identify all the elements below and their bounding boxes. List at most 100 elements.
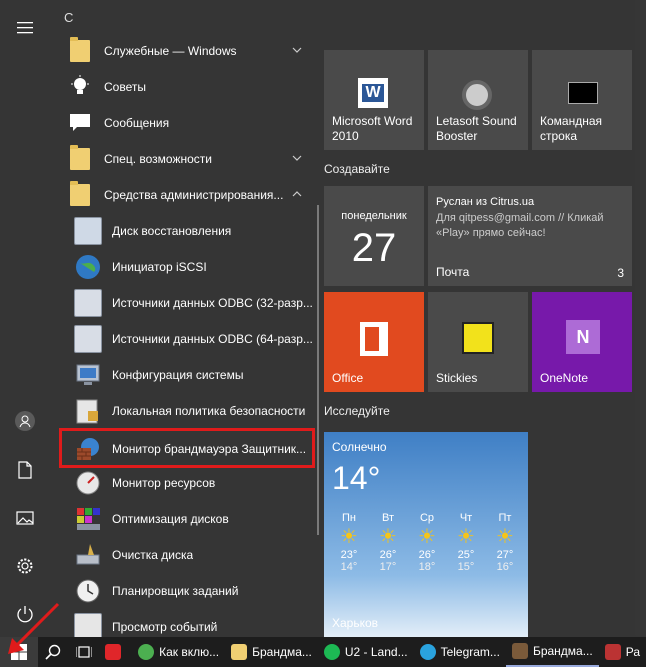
lightbulb-icon: [64, 71, 96, 103]
taskbar-app-label: Ра: [625, 645, 640, 659]
app-label: Источники данных ODBC (32-разр...: [112, 296, 313, 310]
forecast-day: Ср ☀ 26° 18°: [410, 512, 444, 573]
weather-temp: 14°: [332, 460, 381, 496]
app-event-viewer[interactable]: Просмотр событий: [56, 609, 314, 637]
taskbar-app-label: Telegram...: [440, 645, 500, 659]
tile-label: Office: [332, 371, 364, 385]
mail-app-label: Почта: [436, 265, 470, 279]
app-label: Служебные — Windows: [104, 44, 237, 58]
taskbar-app-label: Брандма...: [532, 644, 593, 658]
spotify-icon: [323, 644, 340, 660]
taskbar-app-explorer[interactable]: Брандма...: [225, 637, 318, 667]
mail-body: Для qitpess@gmail.com // Кликай «Play» п…: [436, 212, 604, 239]
settings-icon[interactable]: [0, 543, 50, 589]
taskbar-app-label: Брандма...: [252, 645, 312, 659]
taskbar-app-vivaldi[interactable]: [99, 637, 132, 667]
forecast-day: Вт ☀ 26° 17°: [371, 512, 405, 573]
mail-sender: Руслан из Citrus.ua: [436, 196, 535, 208]
app-soobshcheniya[interactable]: Сообщения: [56, 105, 314, 141]
app-label: Инициатор iSCSI: [112, 260, 207, 274]
onenote-icon: N: [566, 320, 600, 354]
chevron-down-icon: [290, 43, 304, 57]
app-label: Советы: [104, 80, 146, 94]
weather-city: Харьков: [332, 616, 379, 630]
app-label: Очистка диска: [112, 548, 194, 562]
app-label: Источники данных ODBC (64-разр...: [112, 332, 313, 346]
tile-label: Stickies: [436, 371, 478, 385]
app-label: Просмотр событий: [112, 620, 218, 634]
folder-icon: [231, 644, 248, 660]
pictures-icon[interactable]: [0, 495, 50, 541]
app-folder-admin-tools[interactable]: Средства администрирования...: [56, 177, 314, 213]
app-sovety[interactable]: Советы: [56, 69, 314, 105]
recovery-drive-icon: [72, 215, 104, 247]
tile-stickies[interactable]: Stickies: [428, 292, 528, 392]
taskbar: Как вклю... Брандма... U2 - Land... Tele…: [0, 637, 646, 667]
iscsi-globe-icon: [72, 251, 104, 283]
tile-label: Letasoft Sound Booster: [436, 114, 517, 143]
app-iscsi-initiator[interactable]: Инициатор iSCSI: [56, 249, 314, 285]
sun-cloud-icon: ☀: [340, 526, 358, 548]
app-label: Средства администрирования...: [104, 188, 284, 202]
cmd-icon: [568, 82, 598, 104]
tile-mail[interactable]: Руслан из Citrus.ua Для qitpess@gmail.co…: [428, 186, 632, 286]
red-arrow-annotation: [8, 602, 60, 654]
app-label: Диск восстановления: [112, 224, 232, 238]
tile-word[interactable]: W Microsoft Word 2010: [324, 50, 424, 150]
folder-icon: [64, 35, 96, 67]
chat-icon: [64, 107, 96, 139]
odbc-icon: [72, 323, 104, 355]
tile-onenote[interactable]: N OneNote: [532, 292, 632, 392]
app-resource-monitor[interactable]: Монитор ресурсов: [56, 465, 314, 501]
system-config-icon: [72, 359, 104, 391]
taskbar-app-spotify[interactable]: U2 - Land...: [318, 637, 414, 667]
app-odbc-64[interactable]: Источники данных ODBC (64-разр...: [56, 321, 314, 357]
app-folder-sluzhebnye[interactable]: Служебные — Windows: [56, 33, 314, 69]
tile-office[interactable]: Office: [324, 292, 424, 392]
tile-cmd[interactable]: Командная строка: [532, 50, 632, 150]
app-list-letter-header[interactable]: С: [64, 10, 73, 25]
start-rail: [0, 0, 50, 637]
taskbar-app-telegram[interactable]: Telegram...: [414, 637, 506, 667]
tile-sound-booster[interactable]: Letasoft Sound Booster: [428, 50, 528, 150]
app-list-scrollbar[interactable]: [317, 205, 319, 535]
app-label: Оптимизация дисков: [112, 512, 229, 526]
app-local-security-policy[interactable]: Локальная политика безопасности: [56, 393, 314, 429]
tiles-panel: W Microsoft Word 2010 Letasoft Sound Boo…: [324, 0, 646, 637]
app-defrag[interactable]: Оптимизация дисков: [56, 501, 314, 537]
app-disk-cleanup[interactable]: Очистка диска: [56, 537, 314, 573]
vivaldi-icon: [105, 644, 122, 660]
calendar-date: 27: [351, 226, 397, 270]
taskbar-app-other[interactable]: Ра: [599, 637, 646, 667]
hamburger-icon[interactable]: [0, 5, 50, 51]
taskbar-app-chrome[interactable]: Как вклю...: [132, 637, 225, 667]
task-scheduler-icon: [72, 575, 104, 607]
task-view-icon[interactable]: [68, 637, 99, 667]
tile-weather[interactable]: Солнечно 14° Пн ☀ 23° 14° Вт ☀ 26° 17° Ср ☀ 26° 1…: [324, 432, 528, 637]
app-system-config[interactable]: Конфигурация системы: [56, 357, 314, 393]
document-icon[interactable]: [0, 447, 50, 493]
app-odbc-32[interactable]: Источники данных ODBC (32-разр...: [56, 285, 314, 321]
folder-icon: [64, 179, 96, 211]
forecast-day: Чт ☀ 25° 15°: [449, 512, 483, 573]
taskbar-app-firewall[interactable]: Брандма...: [505, 637, 599, 667]
tile-calendar[interactable]: понедельник 27: [324, 186, 424, 286]
app-recovery-drive[interactable]: Диск восстановления: [56, 213, 314, 249]
tile-label: Microsoft Word 2010: [332, 114, 413, 143]
app-label: Локальная политика безопасности: [112, 404, 306, 418]
taskbar-app-label: U2 - Land...: [344, 645, 408, 659]
speaker-icon: [462, 80, 492, 110]
forecast-day: Пт ☀ 27° 16°: [488, 512, 522, 573]
word-icon: W: [358, 78, 388, 108]
app-folder-spec[interactable]: Спец. возможности: [56, 141, 314, 177]
group-header-create[interactable]: Создавайте: [324, 162, 390, 176]
user-icon[interactable]: [0, 398, 50, 444]
chrome-icon: [138, 644, 155, 660]
app-icon: [604, 644, 621, 660]
group-header-explore[interactable]: Исследуйте: [324, 404, 390, 418]
telegram-icon: [419, 644, 436, 660]
tile-label: Командная строка: [540, 114, 603, 143]
security-policy-icon: [72, 395, 104, 427]
stickies-icon: [462, 322, 494, 354]
app-task-scheduler[interactable]: Планировщик заданий: [56, 573, 314, 609]
